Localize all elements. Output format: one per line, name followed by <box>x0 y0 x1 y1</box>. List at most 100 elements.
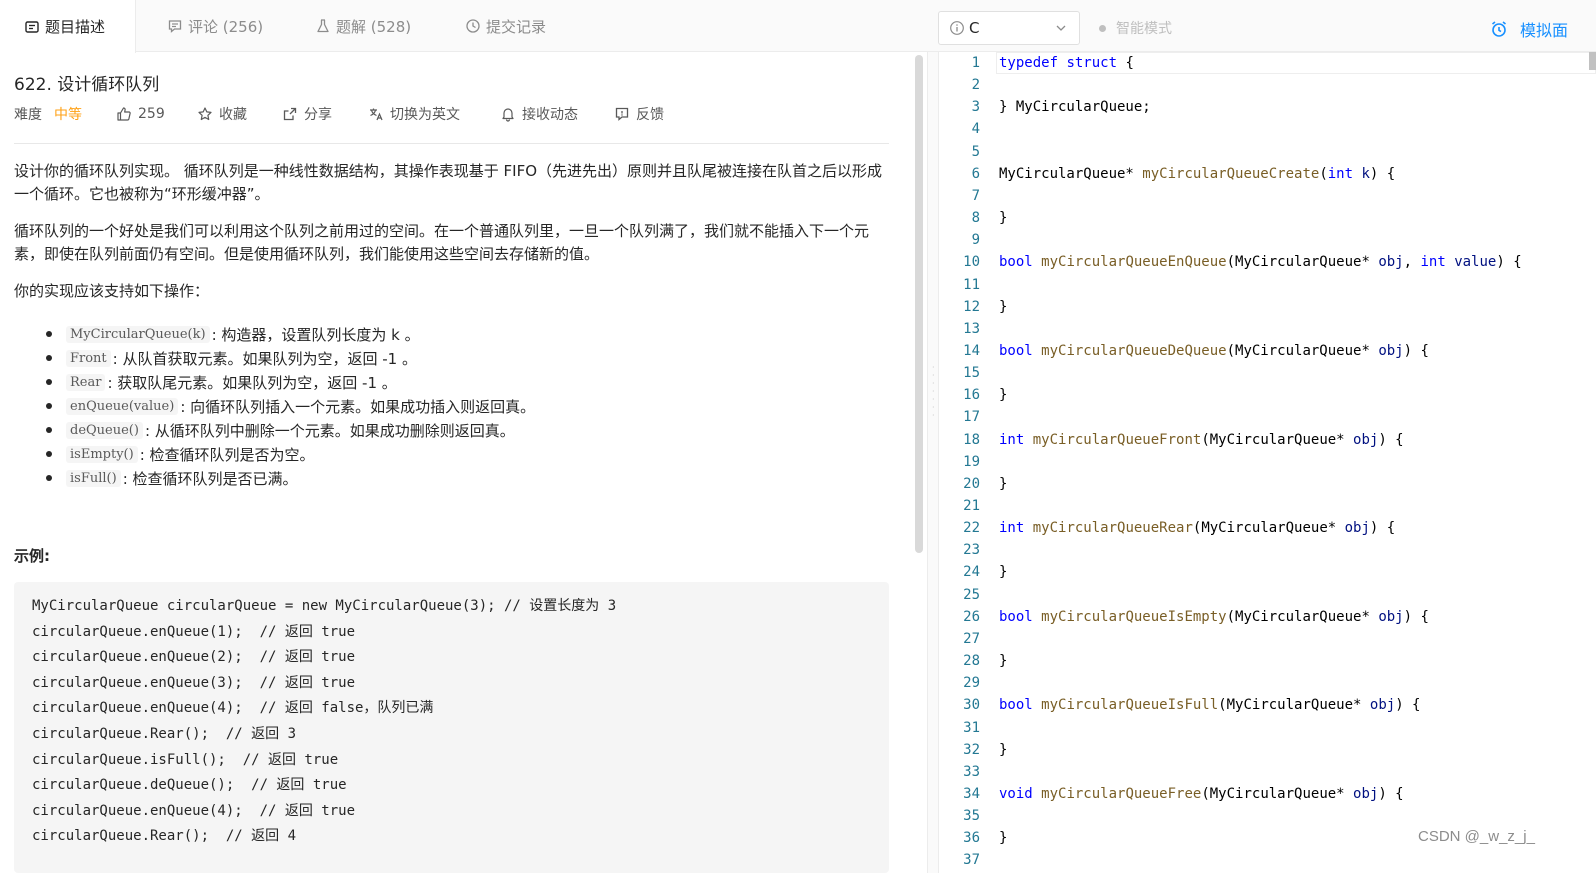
mock-interview-label: 模拟面 <box>1520 21 1569 40</box>
problem-scrollbar[interactable] <box>915 55 923 553</box>
editor-scrollbar[interactable] <box>1589 52 1596 70</box>
code-line[interactable]: 26 bool myCircularQueueIsEmpty(MyCircular… <box>940 606 1596 628</box>
code-line[interactable]: 9 <box>940 229 1596 251</box>
code-token: { <box>1117 55 1134 71</box>
code-line[interactable]: 23 <box>940 539 1596 561</box>
inline-code: isEmpty() <box>66 445 138 463</box>
code-line[interactable]: 13 <box>940 318 1596 340</box>
example-line: circularQueue.enQueue(4); // 返回 false，队列… <box>32 700 434 717</box>
code-line[interactable]: 8} <box>940 207 1596 229</box>
code-line[interactable]: 10 bool myCircularQueueEnQueue(MyCircular… <box>940 251 1596 273</box>
code-line[interactable]: 7 <box>940 185 1596 207</box>
code-text: int myCircularQueueFront(MyCircularQueue… <box>999 429 1404 451</box>
code-token: ) { <box>1395 697 1421 714</box>
notify-button[interactable]: 接收动态 <box>500 102 578 126</box>
difficulty: 难度 中等 <box>14 102 82 126</box>
code-line[interactable]: 5 <box>940 141 1596 163</box>
code-line[interactable]: 31 <box>940 717 1596 739</box>
code-line[interactable]: 35 <box>940 805 1596 827</box>
code-text: int myCircularQueueRear(MyCircularQueue*… <box>999 517 1395 539</box>
favorite-button[interactable]: 收藏 <box>197 102 247 126</box>
code-line[interactable]: 4 <box>940 118 1596 140</box>
mock-interview-button[interactable]: 模拟面 <box>1490 17 1568 41</box>
code-token: ) { <box>1496 254 1522 271</box>
share-button[interactable]: 分享 <box>282 102 332 126</box>
code-line[interactable]: 11 <box>940 274 1596 296</box>
code-token: (MyCircularQueue* <box>1201 785 1354 802</box>
problem-description: 设计你的循环队列实现。 循环队列是一种线性数据结构，其操作表现基于 FIFO（先… <box>14 160 894 317</box>
smart-mode-toggle[interactable]: 智能模式 <box>1099 18 1172 38</box>
code-line[interactable]: 21 <box>940 495 1596 517</box>
code-text: } <box>999 296 1007 318</box>
difficulty-label: 难度 <box>14 107 42 123</box>
line-number: 1 <box>971 55 980 71</box>
code-text: } <box>999 561 1007 583</box>
feedback-button[interactable]: 反馈 <box>614 102 664 126</box>
code-line[interactable]: 6 MyCircularQueue* myCircularQueueCreate(… <box>940 163 1596 185</box>
line-number: 18 <box>963 431 980 448</box>
code-line[interactable]: 19 <box>940 451 1596 473</box>
tab-description[interactable]: 题目描述 <box>0 0 136 53</box>
operation-text: : 向循环队列插入一个元素。如果成功插入则返回真。 <box>180 397 536 416</box>
alarm-clock-icon <box>1492 21 1506 37</box>
code-token: myCircularQueueEnQueue <box>1041 254 1227 271</box>
code-token: (MyCircularQueue* <box>1201 431 1354 448</box>
switch-language-label: 切换为英文 <box>390 107 460 123</box>
tab-label: 提交记录 <box>486 17 547 36</box>
problem-meta-bar: 难度 中等 259 收藏 分享 切换为英文 接收动态 反馈 <box>14 102 894 126</box>
code-line[interactable]: 27 <box>940 628 1596 650</box>
code-line[interactable]: 34 void myCircularQueueFree(MyCircularQue… <box>940 783 1596 805</box>
code-line[interactable]: 18 int myCircularQueueFront(MyCircularQue… <box>940 429 1596 451</box>
document-icon <box>24 19 40 35</box>
code-line[interactable]: 28} <box>940 650 1596 672</box>
code-token: bool <box>999 254 1033 271</box>
code-line[interactable]: 16} <box>940 384 1596 406</box>
info-icon <box>950 21 964 35</box>
code-line[interactable]: 22 int myCircularQueueRear(MyCircularQueu… <box>940 517 1596 539</box>
line-number: 10 <box>963 254 980 271</box>
code-line[interactable]: 25 <box>940 584 1596 606</box>
code-line[interactable]: 24} <box>940 561 1596 583</box>
line-number: 19 <box>963 453 980 470</box>
code-token: ) { <box>1403 342 1429 359</box>
pane-resize-handle[interactable]: · · · · · · · <box>927 52 939 873</box>
code-line[interactable]: 17 <box>940 406 1596 428</box>
operation-text: : 获取队尾元素。如果队列为空，返回 -1 。 <box>107 373 397 392</box>
tab-submissions[interactable]: 提交记录 <box>465 0 546 52</box>
share-icon <box>283 107 297 121</box>
code-line[interactable]: 3} MyCircularQueue; <box>940 96 1596 118</box>
code-token: void <box>999 785 1033 802</box>
like-button[interactable]: 259 <box>116 102 165 126</box>
code-line[interactable]: 20} <box>940 473 1596 495</box>
language-select[interactable]: C <box>938 11 1080 45</box>
code-line[interactable]: 15 <box>940 362 1596 384</box>
code-line[interactable]: 2 <box>940 74 1596 96</box>
operation-text: : 检查循环队列是否已满。 <box>122 469 298 488</box>
code-line[interactable]: 32} <box>940 739 1596 761</box>
code-line[interactable]: 29 <box>940 672 1596 694</box>
status-dot-icon <box>1099 24 1106 32</box>
code-token: myCircularQueueFront <box>1032 431 1202 448</box>
code-line[interactable]: 14 bool myCircularQueueDeQueue(MyCircular… <box>940 340 1596 362</box>
code-token: bool <box>999 342 1033 359</box>
list-item: Front: 从队首获取元素。如果队列为空，返回 -1 。 <box>14 346 894 370</box>
code-token: myCircularQueueFree <box>1041 785 1202 802</box>
line-number: 7 <box>971 187 980 204</box>
code-line[interactable]: 12} <box>940 296 1596 318</box>
code-line[interactable]: 33 <box>940 761 1596 783</box>
code-editor[interactable]: 1 typedef struct { 2 3} MyCircularQueue; 4 5 6… <box>940 52 1596 873</box>
tab-solutions[interactable]: 题解 (528) <box>315 0 411 52</box>
feedback-icon <box>615 107 629 121</box>
line-number: 20 <box>963 475 980 492</box>
line-number: 2 <box>971 77 980 94</box>
switch-language-button[interactable]: 切换为英文 <box>368 102 460 126</box>
code-token: } <box>999 830 1008 847</box>
inline-code: enQueue(value) <box>66 397 179 415</box>
code-line[interactable]: 37 <box>940 849 1596 871</box>
code-token: (MyCircularQueue* <box>1226 608 1379 625</box>
code-line[interactable]: 1 typedef struct { <box>940 52 1596 74</box>
tab-comments[interactable]: 评论 (256) <box>167 0 263 52</box>
code-line[interactable]: 30 bool myCircularQueueIsFull(MyCircularQ… <box>940 694 1596 716</box>
